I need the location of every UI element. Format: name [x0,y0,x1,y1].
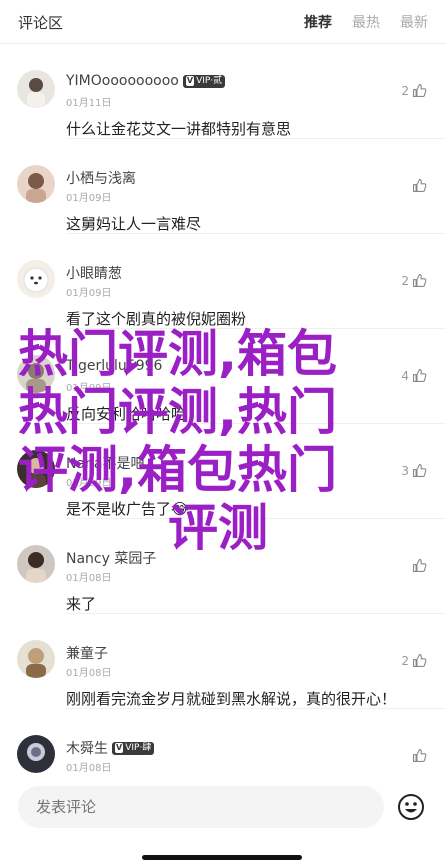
thumbs-up-icon [412,273,427,288]
like-button[interactable]: 3 [401,462,428,479]
comment-date: 01月08日 [66,668,112,679]
username[interactable]: 兼童子 [66,643,108,663]
like-count: 2 [401,653,409,668]
like-button[interactable]: 4 [401,367,428,384]
thumbs-up-icon [412,558,427,573]
like-count: 2 [401,83,409,98]
vip-badge: V VIP·肆 [112,741,155,755]
username-text: 小眼睛葱 [66,266,122,282]
like-button[interactable] [409,557,428,574]
comment-text: 什么让金花艾文一讲都特别有意思 [66,120,292,138]
avatar[interactable] [17,735,55,773]
tab-recommended[interactable]: 推荐 [304,12,332,32]
page-title: 评论区 [18,14,64,32]
username[interactable]: 小栖与浅离 [66,168,136,188]
comment-item: 小栖与浅离 01月09日 这舅妈让人一言难尽 [17,139,446,234]
comment-text: 反向安利哈哈哈哈 [66,405,187,423]
comment-text: 刚刚看完流金岁月就碰到黑水解说，真的很开心！ [66,690,397,708]
comment-text: 这舅妈让人一言难尽 [66,215,202,233]
sort-tabs: 推荐 最热 最新 [304,12,428,32]
vip-badge: V VIP·贰 [182,74,226,88]
thumbs-up-icon [412,653,427,668]
comment-item: 兼童子 01月08日 刚刚看完流金岁月就碰到黑水解说，真的很开心！ 2 [17,614,446,709]
comment-text: 来了 [66,595,97,613]
username-text: 兼童子 [66,646,108,662]
comment-date: 01月09日 [66,288,112,299]
avatar[interactable] [17,355,55,393]
comment-input[interactable] [18,786,384,828]
username-text: Nana不是吧 [66,456,145,472]
username-text: 木舜生 [66,741,108,757]
like-button[interactable] [409,747,428,764]
tab-newest[interactable]: 最新 [400,12,428,32]
like-count: 2 [401,273,409,288]
smiley-icon[interactable] [397,793,425,821]
home-indicator[interactable] [142,855,302,860]
thumbs-up-icon [412,83,427,98]
like-button[interactable] [409,177,428,194]
comment-item: Nancy 菜园子 01月08日 来了 [17,519,446,614]
comment-text: 是不是收广告了😂 [66,500,189,518]
header: 评论区 推荐 最热 最新 [0,0,446,44]
username[interactable]: 木舜生 V VIP·肆 [66,738,155,758]
comment-item: Nana不是吧 01月09日 是不是收广告了😂 3 [17,424,446,519]
thumbs-up-icon [412,368,427,383]
comment-date: 01月08日 [66,763,112,774]
username-text: Tigerlulu5996 [66,358,163,374]
thumbs-up-icon [412,178,427,193]
comment-list: YIMOooooooooo V VIP·贰 01月11日 什么让金花艾文一讲都特别… [0,44,446,778]
like-button[interactable]: 2 [401,652,428,669]
avatar[interactable] [17,450,55,488]
comment-date: 01月09日 [66,478,112,489]
thumbs-up-icon [412,463,427,478]
comment-item: 木舜生 V VIP·肆 01月08日 [17,709,446,778]
comment-date: 01月09日 [66,193,112,204]
comment-input-bar [0,778,446,838]
like-button[interactable]: 2 [401,82,428,99]
comment-item: YIMOooooooooo V VIP·贰 01月11日 什么让金花艾文一讲都特别… [17,44,446,139]
comment-item: 小眼睛葱 01月09日 看了这个剧真的被倪妮圈粉 2 [17,234,446,329]
username[interactable]: Nana不是吧 [66,453,145,473]
comment-date: 01月11日 [66,98,112,109]
avatar[interactable] [17,260,55,298]
avatar[interactable] [17,165,55,203]
like-count: 3 [401,463,409,478]
comment-item: Tigerlulu5996 01月09日 反向安利哈哈哈哈 4 [17,329,446,424]
like-button[interactable]: 2 [401,272,428,289]
avatar[interactable] [17,545,55,583]
username-text: Nancy 菜园子 [66,551,157,567]
username[interactable]: 小眼睛葱 [66,263,122,283]
username[interactable]: Nancy 菜园子 [66,548,156,568]
username[interactable]: Tigerlulu5996 [66,358,162,374]
avatar[interactable] [17,640,55,678]
thumbs-up-icon [412,748,427,763]
avatar[interactable] [17,70,55,108]
username-text: 小栖与浅离 [66,171,136,187]
username[interactable]: YIMOooooooooo V VIP·贰 [66,73,226,89]
comment-date: 01月08日 [66,573,112,584]
username-text: YIMOooooooooo [66,73,179,89]
tab-hottest[interactable]: 最热 [352,12,380,32]
comment-date: 01月09日 [66,383,112,394]
comment-text: 看了这个剧真的被倪妮圈粉 [66,310,247,328]
like-count: 4 [401,368,409,383]
